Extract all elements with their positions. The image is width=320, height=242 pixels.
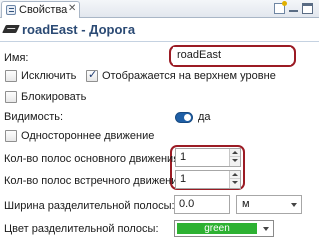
- visibility-value: да: [198, 111, 211, 123]
- spin-up-icon[interactable]: [230, 149, 240, 157]
- new-view-icon[interactable]: [274, 1, 287, 14]
- visibility-label: Видимость:: [4, 111, 64, 123]
- minimize-icon[interactable]: [288, 3, 299, 14]
- top-level-label: Отображается на верхнем уровне: [102, 70, 276, 82]
- median-color-select[interactable]: green: [174, 220, 274, 237]
- one-way-label: Одностороннее движение: [21, 130, 155, 142]
- spinner-buttons: [229, 171, 240, 188]
- properties-tab-icon: [6, 5, 16, 15]
- spin-down-icon[interactable]: [230, 157, 240, 165]
- median-width-label: Ширина разделительной полосы:: [4, 200, 175, 212]
- road-icon: [2, 25, 20, 33]
- toggle-knob: [184, 114, 191, 121]
- checkmark-icon: ✓: [88, 69, 98, 81]
- forward-lanes-spinner[interactable]: 1: [175, 148, 241, 167]
- backward-lanes-spinner[interactable]: 1: [175, 170, 241, 189]
- exclude-checkbox[interactable]: [5, 70, 17, 82]
- chevron-down-icon: [263, 227, 269, 231]
- one-way-checkbox[interactable]: [5, 130, 17, 142]
- tab-properties-label: Свойства: [19, 4, 68, 16]
- spinner-buttons: [229, 149, 240, 166]
- spin-down-icon[interactable]: [230, 179, 240, 187]
- visibility-toggle[interactable]: [175, 112, 193, 123]
- close-icon[interactable]: ✕: [68, 3, 76, 14]
- median-color-label: Цвет разделительной полосы:: [4, 223, 159, 235]
- median-width-unit-select[interactable]: м: [236, 195, 302, 214]
- page-title: roadEast - Дорога: [22, 22, 136, 37]
- chevron-down-icon: [291, 203, 297, 207]
- name-field[interactable]: roadEast: [173, 47, 291, 65]
- view-tab-bar: Свойства ✕: [0, 0, 319, 18]
- median-width-field[interactable]: 0.0: [174, 195, 230, 214]
- median-width-unit-value: м: [242, 198, 250, 210]
- backward-lanes-label: Кол-во полос встречного движения:: [4, 175, 187, 187]
- header-divider: [0, 41, 319, 42]
- spin-up-icon[interactable]: [230, 171, 240, 179]
- forward-lanes-label: Кол-во полос основного движения:: [4, 153, 183, 165]
- tab-properties[interactable]: Свойства ✕: [1, 1, 80, 18]
- lock-label: Блокировать: [21, 91, 87, 103]
- forward-lanes-value: 1: [180, 151, 187, 163]
- lock-checkbox[interactable]: [5, 91, 17, 103]
- color-swatch: green: [177, 223, 257, 234]
- properties-header: roadEast - Дорога: [0, 18, 319, 42]
- backward-lanes-value: 1: [180, 173, 187, 185]
- exclude-label: Исключить: [21, 70, 77, 82]
- top-level-checkbox[interactable]: ✓: [86, 69, 98, 82]
- name-label: Имя:: [4, 52, 29, 64]
- maximize-icon[interactable]: [302, 3, 313, 14]
